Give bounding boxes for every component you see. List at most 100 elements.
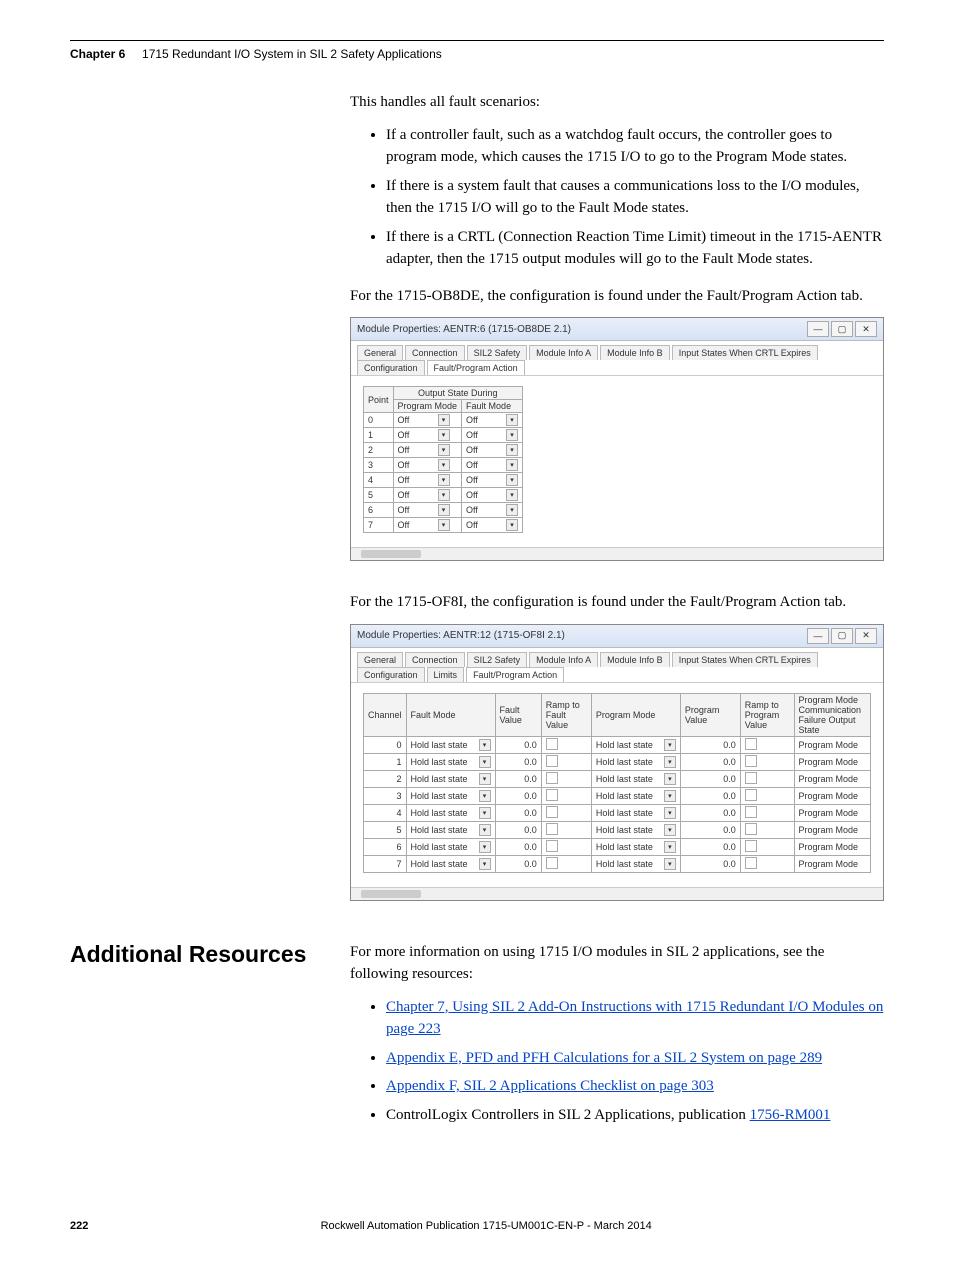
tab-sil2-safety[interactable]: SIL2 Safety bbox=[467, 345, 528, 360]
col-fault-value: Fault Value bbox=[495, 693, 541, 736]
additional-intro: For more information on using 1715 I/O m… bbox=[350, 941, 884, 986]
fault-mode-header: Fault Mode bbox=[462, 400, 523, 413]
tab-connection[interactable]: Connection bbox=[405, 652, 465, 667]
checkbox bbox=[546, 772, 558, 784]
additional-resources-heading: Additional Resources bbox=[70, 941, 350, 968]
tab-configuration[interactable]: Configuration bbox=[357, 667, 425, 682]
table-row: 0Off▾Off▾ bbox=[364, 413, 523, 428]
chevron-down-icon: ▾ bbox=[438, 489, 450, 501]
chapter-label: Chapter 6 bbox=[70, 47, 125, 61]
link-appendix-e[interactable]: Appendix E, PFD and PFH Calculations for… bbox=[386, 1050, 822, 1066]
table-row: 0Hold last state▾0.0Hold last state▾0.0P… bbox=[364, 736, 871, 753]
checkbox bbox=[546, 840, 558, 852]
program-mode-header: Program Mode bbox=[393, 400, 462, 413]
minimize-button[interactable]: — bbox=[807, 321, 829, 337]
chevron-down-icon: ▾ bbox=[438, 429, 450, 441]
list-item: If there is a system fault that causes a… bbox=[386, 175, 884, 220]
chevron-down-icon: ▾ bbox=[479, 790, 491, 802]
table-row: 6Off▾Off▾ bbox=[364, 503, 523, 518]
tab-general[interactable]: General bbox=[357, 652, 403, 667]
tab-module-info-b[interactable]: Module Info B bbox=[600, 345, 670, 360]
table-row: 1Off▾Off▾ bbox=[364, 428, 523, 443]
chevron-down-icon: ▾ bbox=[438, 459, 450, 471]
col-ramp-program: Ramp to Program Value bbox=[740, 693, 794, 736]
list-item: If a controller fault, such as a watchdo… bbox=[386, 124, 884, 169]
tab-row: General Connection SIL2 Safety Module In… bbox=[351, 341, 883, 376]
running-header: Chapter 6 1715 Redundant I/O System in S… bbox=[70, 47, 884, 61]
col-comm-failure: Program Mode Communication Failure Outpu… bbox=[794, 693, 871, 736]
link-appendix-f[interactable]: Appendix F, SIL 2 Applications Checklist… bbox=[386, 1078, 714, 1094]
tab-configuration[interactable]: Configuration bbox=[357, 360, 425, 375]
horizontal-scrollbar[interactable] bbox=[351, 887, 883, 900]
chevron-down-icon: ▾ bbox=[664, 756, 676, 768]
channel-table: Channel Fault Mode Fault Value Ramp to F… bbox=[363, 693, 871, 873]
output-state-table: Point Output State During Program Mode F… bbox=[363, 386, 523, 533]
chevron-down-icon: ▾ bbox=[479, 858, 491, 870]
list-item: Appendix F, SIL 2 Applications Checklist… bbox=[386, 1075, 884, 1098]
checkbox bbox=[546, 755, 558, 767]
tab-input-states[interactable]: Input States When CRTL Expires bbox=[672, 345, 818, 360]
tab-input-states[interactable]: Input States When CRTL Expires bbox=[672, 652, 818, 667]
link-1756-rm001[interactable]: 1756-RM001 bbox=[750, 1107, 831, 1123]
of8i-paragraph: For the 1715-OF8I, the configuration is … bbox=[350, 591, 884, 614]
chevron-down-icon: ▾ bbox=[506, 429, 518, 441]
page-footer: 222 Rockwell Automation Publication 1715… bbox=[70, 1220, 884, 1232]
super-header: Output State During bbox=[393, 387, 523, 400]
horizontal-scrollbar[interactable] bbox=[351, 547, 883, 560]
checkbox bbox=[745, 789, 757, 801]
chevron-down-icon: ▾ bbox=[479, 807, 491, 819]
tab-limits[interactable]: Limits bbox=[427, 667, 465, 682]
chevron-down-icon: ▾ bbox=[479, 824, 491, 836]
tab-sil2-safety[interactable]: SIL2 Safety bbox=[467, 652, 528, 667]
page-number: 222 bbox=[70, 1220, 88, 1232]
module-properties-ob8de-window: Module Properties: AENTR:6 (1715-OB8DE 2… bbox=[350, 317, 884, 561]
table-row: 7Off▾Off▾ bbox=[364, 518, 523, 533]
publication-info: Rockwell Automation Publication 1715-UM0… bbox=[321, 1220, 652, 1232]
chevron-down-icon: ▾ bbox=[664, 739, 676, 751]
tab-module-info-b[interactable]: Module Info B bbox=[600, 652, 670, 667]
maximize-button[interactable]: ▢ bbox=[831, 321, 853, 337]
col-ramp-fault: Ramp to Fault Value bbox=[541, 693, 591, 736]
ob8de-paragraph: For the 1715-OB8DE, the configuration is… bbox=[350, 285, 884, 308]
tab-connection[interactable]: Connection bbox=[405, 345, 465, 360]
intro-paragraph: This handles all fault scenarios: bbox=[350, 91, 884, 114]
checkbox bbox=[745, 840, 757, 852]
chevron-down-icon: ▾ bbox=[664, 807, 676, 819]
close-button[interactable]: ✕ bbox=[855, 628, 877, 644]
tab-module-info-a[interactable]: Module Info A bbox=[529, 345, 598, 360]
table-row: 4Off▾Off▾ bbox=[364, 473, 523, 488]
chevron-down-icon: ▾ bbox=[506, 474, 518, 486]
tab-general[interactable]: General bbox=[357, 345, 403, 360]
tab-fault-program-action[interactable]: Fault/Program Action bbox=[427, 360, 525, 375]
checkbox bbox=[546, 823, 558, 835]
table-row: 2Hold last state▾0.0Hold last state▾0.0P… bbox=[364, 770, 871, 787]
checkbox bbox=[745, 857, 757, 869]
chevron-down-icon: ▾ bbox=[664, 841, 676, 853]
tab-fault-program-action[interactable]: Fault/Program Action bbox=[466, 667, 564, 682]
close-button[interactable]: ✕ bbox=[855, 321, 877, 337]
checkbox bbox=[546, 857, 558, 869]
list-item: If there is a CRTL (Connection Reaction … bbox=[386, 226, 884, 271]
link-chapter-7[interactable]: Chapter 7, Using SIL 2 Add-On Instructio… bbox=[386, 999, 883, 1038]
col-program-mode: Program Mode bbox=[591, 693, 680, 736]
minimize-button[interactable]: — bbox=[807, 628, 829, 644]
maximize-button[interactable]: ▢ bbox=[831, 628, 853, 644]
chevron-down-icon: ▾ bbox=[664, 790, 676, 802]
fault-scenarios-list: If a controller fault, such as a watchdo… bbox=[350, 124, 884, 271]
list-item: Chapter 7, Using SIL 2 Add-On Instructio… bbox=[386, 996, 884, 1041]
checkbox bbox=[745, 755, 757, 767]
list-item: Appendix E, PFD and PFH Calculations for… bbox=[386, 1047, 884, 1070]
tab-module-info-a[interactable]: Module Info A bbox=[529, 652, 598, 667]
chevron-down-icon: ▾ bbox=[506, 489, 518, 501]
chevron-down-icon: ▾ bbox=[506, 519, 518, 531]
chevron-down-icon: ▾ bbox=[506, 459, 518, 471]
table-row: 2Off▾Off▾ bbox=[364, 443, 523, 458]
table-row: 5Hold last state▾0.0Hold last state▾0.0P… bbox=[364, 821, 871, 838]
checkbox bbox=[745, 738, 757, 750]
checkbox bbox=[745, 772, 757, 784]
table-row: 4Hold last state▾0.0Hold last state▾0.0P… bbox=[364, 804, 871, 821]
chevron-down-icon: ▾ bbox=[664, 824, 676, 836]
point-header: Point bbox=[364, 387, 394, 413]
window-title: Module Properties: AENTR:12 (1715-OF8I 2… bbox=[357, 630, 565, 641]
chevron-down-icon: ▾ bbox=[506, 504, 518, 516]
